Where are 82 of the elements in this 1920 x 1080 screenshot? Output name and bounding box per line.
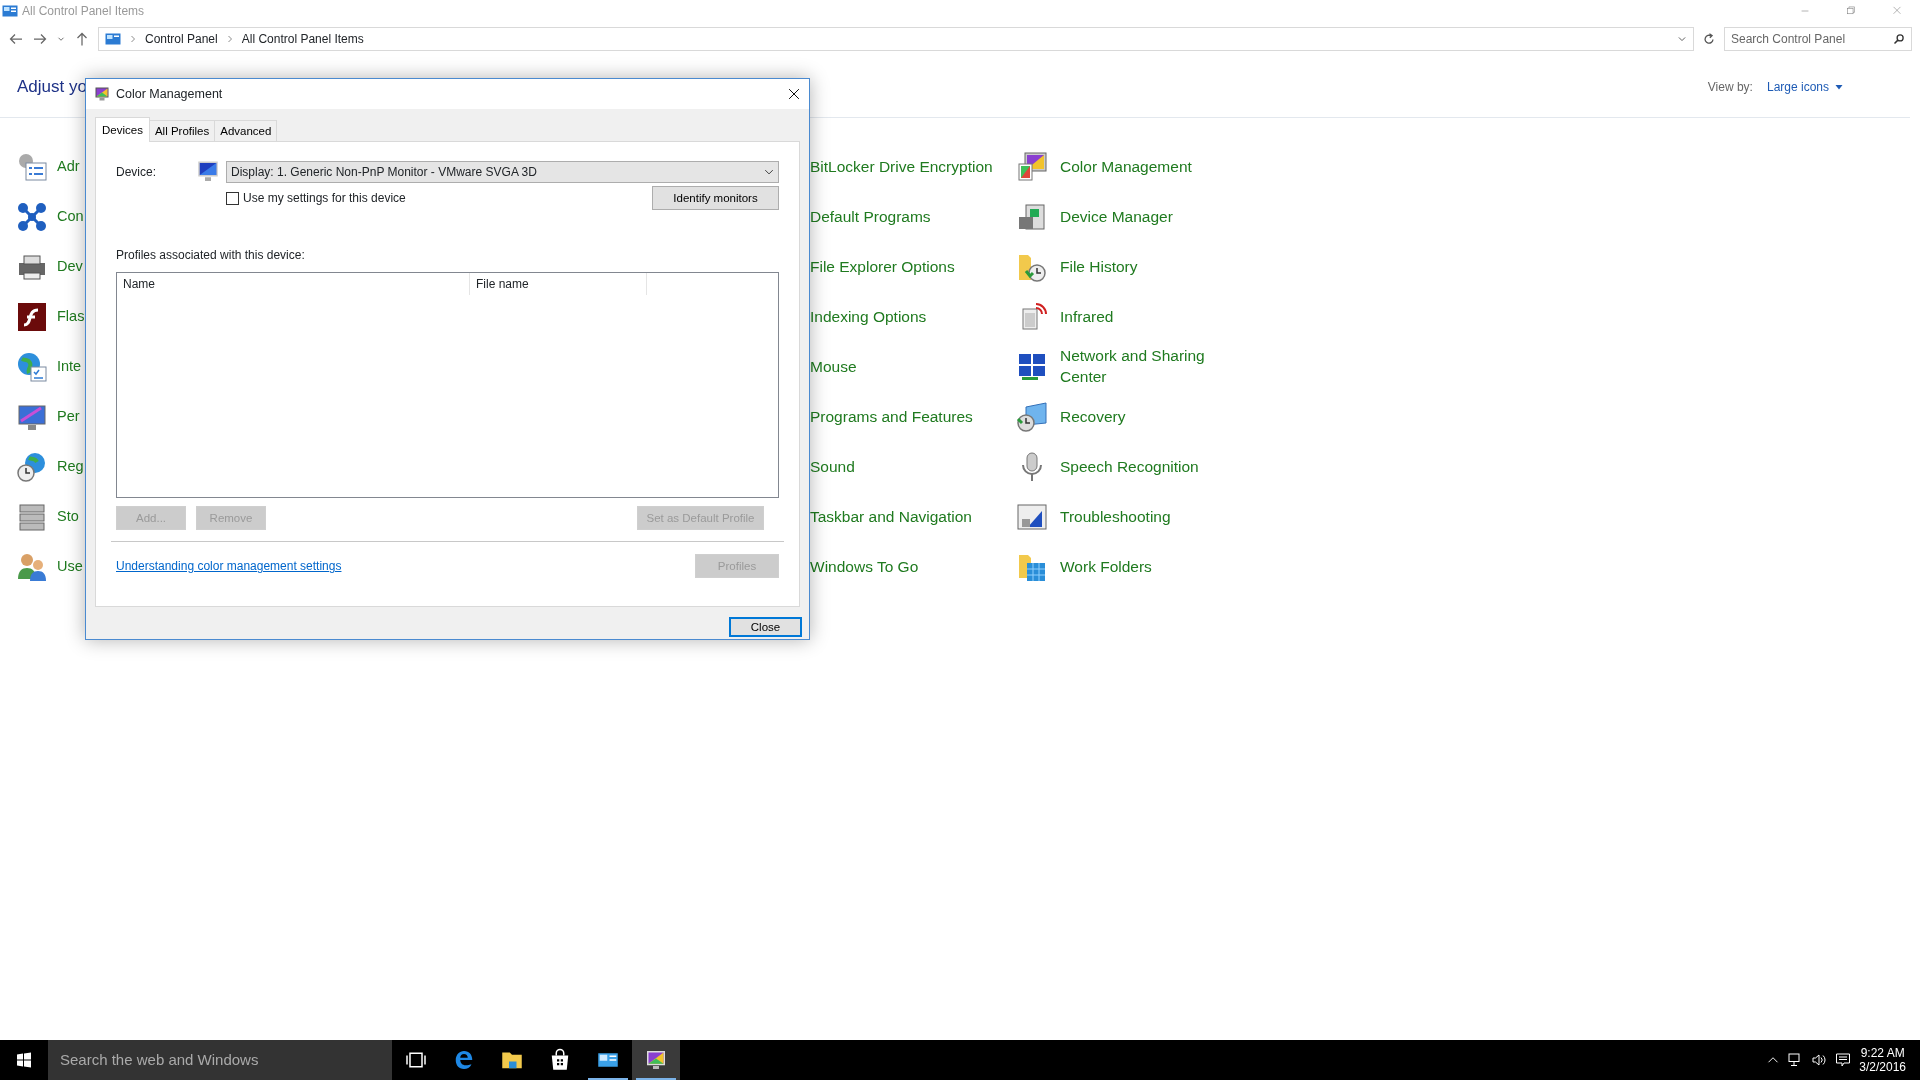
search-placeholder: Search Control Panel: [1731, 31, 1846, 48]
profiles-label: Profiles associated with this device:: [116, 247, 306, 265]
applet-link[interactable]: Device Manager: [1060, 206, 1173, 228]
close-icon: [788, 88, 800, 100]
identify-monitors-button[interactable]: Identify monitors: [652, 186, 779, 211]
help-link[interactable]: Understanding color management settings: [116, 557, 342, 576]
applet-link[interactable]: Troubleshooting: [1060, 506, 1171, 528]
clock-date: 3/2/2016: [1859, 1060, 1906, 1075]
breadcrumb-link[interactable]: All Control Panel Items: [241, 30, 364, 48]
monitor-clock-icon[interactable]: [1016, 401, 1048, 433]
windows-logo-icon: [16, 1052, 32, 1068]
applet-link[interactable]: Sto: [57, 507, 79, 527]
applet-link[interactable]: Network and Sharing Center: [1060, 346, 1210, 388]
search-field[interactable]: Search Control Panel: [1724, 27, 1912, 51]
clock-time: 9:22 AM: [1859, 1045, 1906, 1060]
window-icon[interactable]: [1016, 501, 1048, 533]
chevron-right-icon: [225, 35, 234, 43]
color-monitor-icon: [94, 86, 110, 102]
column-header[interactable]: Name: [117, 273, 470, 296]
applet-link[interactable]: Sound: [810, 456, 855, 478]
globe-clock-icon[interactable]: [16, 451, 48, 483]
taskbar-app-button[interactable]: [632, 1040, 680, 1080]
window-title: All Control Panel Items: [22, 3, 145, 20]
search-icon: [1893, 33, 1905, 45]
applet-link[interactable]: File Explorer Options: [810, 256, 955, 278]
tab[interactable]: Advanced: [214, 120, 278, 143]
volume-icon[interactable]: [1811, 1052, 1828, 1068]
control-panel-icon: [2, 3, 18, 19]
applet-link[interactable]: File History: [1060, 256, 1138, 278]
drive-icon[interactable]: [1016, 201, 1048, 233]
applet-link[interactable]: Default Programs: [810, 206, 931, 228]
address-bar[interactable]: Control Panel All Control Panel Items: [98, 27, 1694, 51]
applet-link[interactable]: Per: [57, 407, 80, 427]
applet-link[interactable]: Taskbar and Navigation: [810, 506, 972, 528]
dialog-title: Color Management: [116, 85, 223, 103]
applet-link[interactable]: Recovery: [1060, 406, 1126, 428]
applet-link[interactable]: Programs and Features: [810, 406, 973, 428]
applet-link[interactable]: Speech Recognition: [1060, 456, 1199, 478]
applet-link[interactable]: Color Management: [1060, 156, 1192, 178]
stack-icon[interactable]: [16, 501, 48, 533]
flash-icon[interactable]: [16, 301, 48, 333]
column-header[interactable]: File name: [470, 273, 647, 296]
applet-link[interactable]: Windows To Go: [810, 556, 919, 578]
color-monitor-icon: [644, 1048, 668, 1072]
search-placeholder: Search the web and Windows: [60, 1049, 259, 1070]
caret-down-icon: [1835, 82, 1843, 91]
forward-arrow-icon[interactable]: [32, 31, 48, 47]
chevron-right-icon: [129, 35, 137, 43]
applet-link[interactable]: Mouse: [810, 356, 857, 378]
clock[interactable]: 9:22 AM 3/2/2016: [1859, 1045, 1906, 1075]
view-by-label: View by:: [1707, 78, 1753, 96]
tab[interactable]: Devices: [95, 117, 150, 143]
dots-network-icon[interactable]: [16, 201, 48, 233]
applet-link[interactable]: Reg: [57, 457, 84, 477]
applet-link[interactable]: Inte: [57, 357, 82, 377]
applet-link[interactable]: Infrared: [1060, 306, 1114, 328]
applet-link[interactable]: Indexing Options: [810, 306, 927, 328]
back-arrow-icon[interactable]: [8, 31, 24, 47]
checkbox-label: Use my settings for this device: [243, 190, 406, 208]
network-icon[interactable]: [1016, 351, 1048, 383]
view-by-dropdown[interactable]: Large icons: [1766, 77, 1843, 96]
device-dropdown[interactable]: Display: 1. Generic Non-PnP Monitor - VMware SVGA 3D: [226, 161, 779, 184]
applet-link[interactable]: Flas: [57, 307, 85, 327]
globe-icon[interactable]: [16, 351, 48, 383]
applet-link[interactable]: Use: [57, 557, 83, 577]
applet-link[interactable]: Adr: [57, 157, 80, 177]
refresh-icon[interactable]: [1702, 32, 1716, 46]
users-icon[interactable]: [16, 551, 48, 583]
up-arrow-icon[interactable]: [74, 31, 90, 47]
breadcrumb-link[interactable]: Control Panel: [145, 30, 218, 48]
control-panel-icon: [105, 31, 121, 47]
close-button[interactable]: Close: [729, 617, 802, 638]
taskbar-search-field[interactable]: Search the web and Windows: [48, 1040, 392, 1080]
applet-link[interactable]: Dev: [57, 257, 83, 277]
applet-link[interactable]: BitLocker Drive Encryption: [810, 156, 993, 178]
message-icon[interactable]: [1835, 1052, 1852, 1068]
applet-link[interactable]: Work Folders: [1060, 556, 1152, 578]
color-monitor-icon[interactable]: [1016, 151, 1048, 183]
checkbox[interactable]: [226, 191, 239, 205]
applet-link[interactable]: Con: [57, 207, 84, 227]
settings-list-icon[interactable]: [16, 151, 48, 183]
device-label: Device:: [116, 164, 157, 182]
